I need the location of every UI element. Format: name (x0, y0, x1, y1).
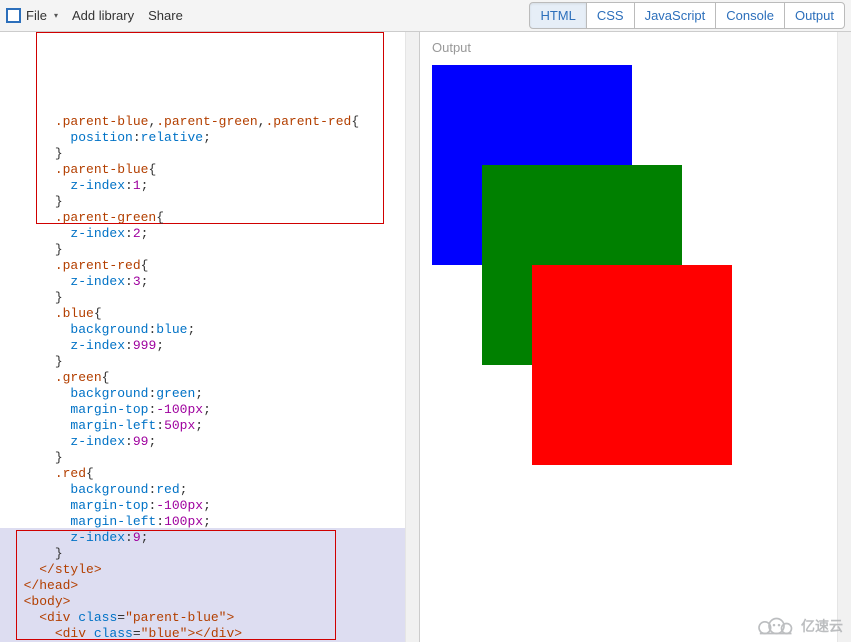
code-editor[interactable]: .parent-blue,.parent-green,.parent-red{ … (0, 32, 419, 642)
code-line[interactable]: margin-top:-100px; (0, 498, 419, 514)
tab-console[interactable]: Console (715, 2, 785, 29)
chevron-down-icon: ▾ (54, 11, 58, 20)
file-menu[interactable]: File ▾ (6, 8, 58, 23)
code-line[interactable]: z-index:999; (0, 338, 419, 354)
output-pane: Output (420, 32, 851, 642)
code-line[interactable]: background:green; (0, 386, 419, 402)
code-line[interactable]: margin-left:100px; (0, 514, 419, 530)
code-line[interactable]: margin-left:50px; (0, 418, 419, 434)
code-line[interactable]: } (0, 290, 419, 306)
code-line[interactable]: <body> (0, 594, 419, 610)
cloud-icon (753, 616, 795, 636)
code-line[interactable]: <div class="blue"></div> (0, 626, 419, 642)
top-toolbar: File ▾ Add library Share HTMLCSSJavaScri… (0, 0, 851, 32)
share-label: Share (148, 8, 183, 23)
tab-javascript[interactable]: JavaScript (634, 2, 717, 29)
code-line[interactable]: .parent-blue,.parent-green,.parent-red{ (0, 114, 419, 130)
code-line[interactable]: .blue{ (0, 306, 419, 322)
red-square (532, 265, 732, 465)
code-line[interactable]: } (0, 354, 419, 370)
file-menu-label: File (26, 8, 47, 23)
app-root: File ▾ Add library Share HTMLCSSJavaScri… (0, 0, 851, 642)
code-line[interactable]: .green{ (0, 370, 419, 386)
code-line[interactable]: } (0, 194, 419, 210)
code-line[interactable]: background:red; (0, 482, 419, 498)
code-line[interactable]: z-index:3; (0, 274, 419, 290)
tab-output[interactable]: Output (784, 2, 845, 29)
share-button[interactable]: Share (148, 8, 183, 23)
jsbin-logo-icon (6, 8, 21, 23)
output-stage (432, 65, 812, 565)
output-title: Output (420, 32, 851, 61)
code-line[interactable]: </head> (0, 578, 419, 594)
add-library-label: Add library (72, 8, 134, 23)
code-scrollbar[interactable] (405, 32, 419, 642)
code-line[interactable]: <div class="parent-blue"> (0, 610, 419, 626)
main-split: .parent-blue,.parent-green,.parent-red{ … (0, 32, 851, 642)
code-line[interactable]: margin-top:-100px; (0, 402, 419, 418)
code-line[interactable]: } (0, 546, 419, 562)
code-line[interactable]: background:blue; (0, 322, 419, 338)
tab-html[interactable]: HTML (529, 2, 586, 29)
code-line[interactable]: z-index:1; (0, 178, 419, 194)
watermark: 亿速云 (753, 616, 843, 636)
add-library-button[interactable]: Add library (72, 8, 134, 23)
output-scrollbar[interactable] (837, 32, 851, 642)
code-line[interactable]: .parent-blue{ (0, 162, 419, 178)
tab-css[interactable]: CSS (586, 2, 635, 29)
code-line[interactable]: z-index:9; (0, 530, 419, 546)
code-line[interactable]: z-index:99; (0, 434, 419, 450)
code-line[interactable]: } (0, 242, 419, 258)
code-line[interactable]: z-index:2; (0, 226, 419, 242)
code-line[interactable]: } (0, 450, 419, 466)
toolbar-left: File ▾ Add library Share (6, 8, 183, 23)
code-line[interactable]: position:relative; (0, 130, 419, 146)
code-line[interactable]: .red{ (0, 466, 419, 482)
panel-tabs: HTMLCSSJavaScriptConsoleOutput (529, 2, 845, 29)
code-line[interactable]: .parent-green{ (0, 210, 419, 226)
watermark-text: 亿速云 (801, 616, 843, 636)
code-line[interactable]: } (0, 146, 419, 162)
code-line[interactable]: .parent-red{ (0, 258, 419, 274)
code-pane[interactable]: .parent-blue,.parent-green,.parent-red{ … (0, 32, 420, 642)
code-line[interactable]: </style> (0, 562, 419, 578)
